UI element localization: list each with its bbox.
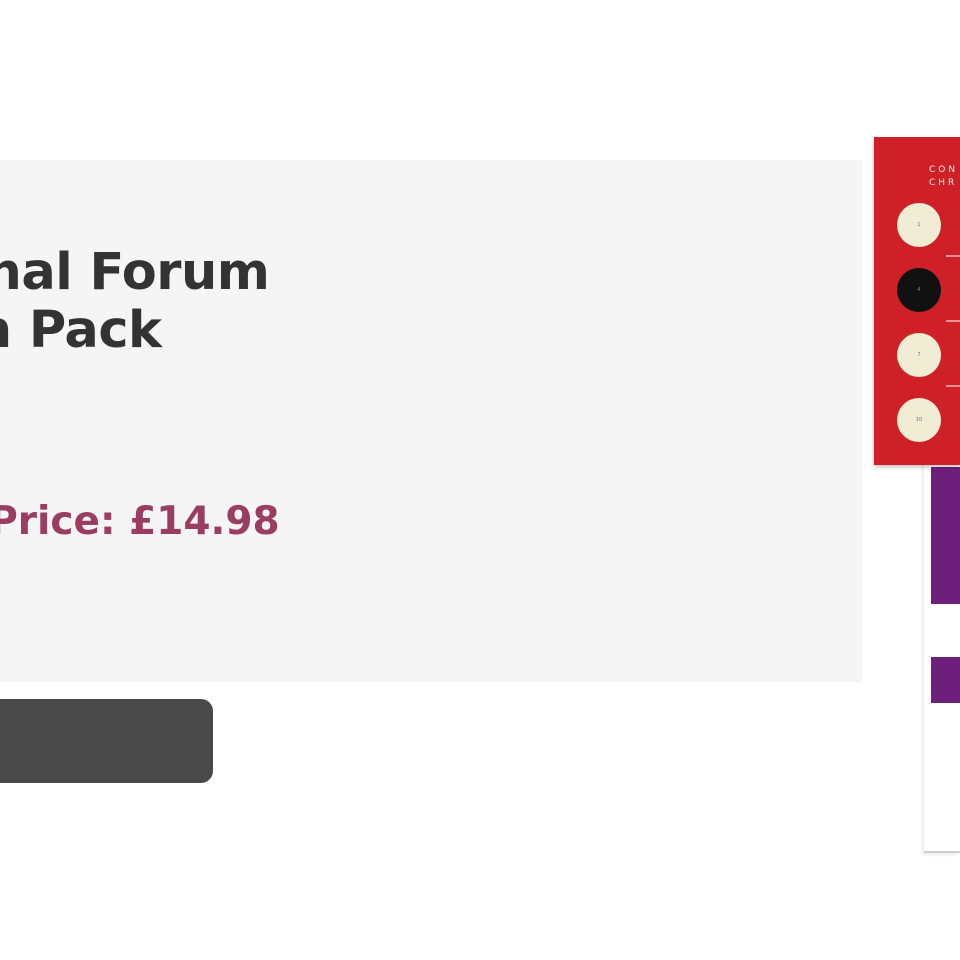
purple-card-panel [931,467,960,604]
card-tick [946,255,960,257]
buy-button[interactable]: UY [0,699,213,783]
card-tick [946,320,960,322]
product-title-line-1: ional Forum [0,243,270,302]
product-info-panel [0,160,862,682]
forum-price: rum Price: £14.98 [0,499,280,544]
card-tick [946,385,960,387]
card-dot: 4 [897,268,941,312]
card-title: CON CHR [929,164,958,190]
card-dot: 7 [897,333,941,377]
product-title: ional Forum m Pack [0,243,270,360]
product-title-line-2: m Pack [0,301,162,360]
red-card: CON CHR 1 4 7 10 [874,137,960,465]
card-title-line-1: CON [929,165,959,175]
card-title-line-2: CHR [929,178,958,188]
product-pack-image: CON CHR 1 4 7 10 [874,137,960,853]
product-page: ional Forum m Pack rum Price: £14.98 UY … [0,0,960,960]
purple-card-strip [931,657,960,703]
card-dot: 1 [897,203,941,247]
card-dot: 10 [897,398,941,442]
